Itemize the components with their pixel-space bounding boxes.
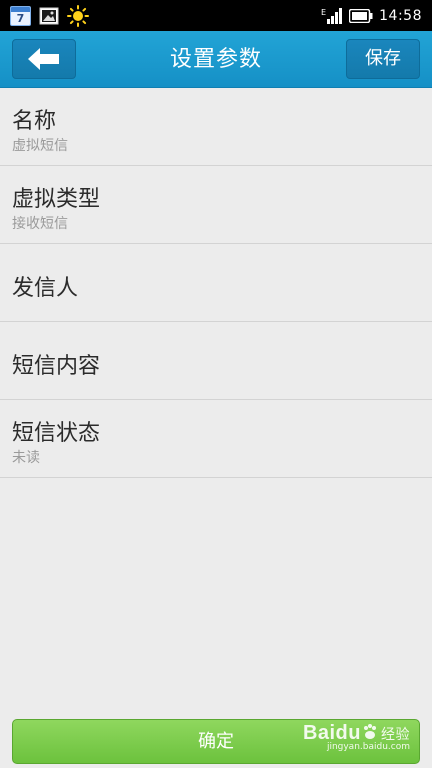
confirm-button[interactable]: 确定 — [12, 719, 420, 764]
sun-icon — [67, 4, 89, 27]
status-left-icons: 7 — [10, 4, 89, 27]
title-bar: 设置参数 保存 — [0, 31, 432, 88]
picture-icon — [39, 7, 59, 24]
setting-label: 短信状态 — [12, 421, 101, 446]
battery-icon — [349, 8, 373, 23]
setting-value: 虚拟短信 — [12, 138, 68, 154]
back-arrow-icon — [28, 48, 59, 70]
status-bar: 7 E 14:58 — [0, 0, 432, 31]
setting-sms-content[interactable]: 短信内容 — [0, 322, 432, 400]
setting-value: 接收短信 — [12, 216, 68, 232]
save-button[interactable]: 保存 — [346, 39, 420, 79]
setting-name[interactable]: 名称 虚拟短信 — [0, 88, 432, 166]
settings-list: 名称 虚拟短信 虚拟类型 接收短信 发信人 短信内容 短信状态 未读 — [0, 88, 432, 478]
calendar-icon: 7 — [10, 5, 31, 26]
back-button[interactable] — [12, 39, 76, 79]
signal-icon: E — [321, 7, 343, 24]
setting-label: 短信内容 — [12, 354, 101, 379]
setting-sender[interactable]: 发信人 — [0, 244, 432, 322]
setting-virtual-type[interactable]: 虚拟类型 接收短信 — [0, 166, 432, 244]
status-right-icons: E 14:58 — [321, 7, 422, 24]
network-type-label: E — [321, 8, 326, 17]
setting-label: 虚拟类型 — [12, 187, 101, 212]
setting-label: 名称 — [12, 109, 57, 134]
calendar-day: 7 — [16, 11, 25, 25]
setting-label: 发信人 — [12, 276, 79, 301]
setting-value: 未读 — [12, 450, 40, 466]
status-time: 14:58 — [379, 7, 422, 24]
setting-sms-status[interactable]: 短信状态 未读 — [0, 400, 432, 478]
